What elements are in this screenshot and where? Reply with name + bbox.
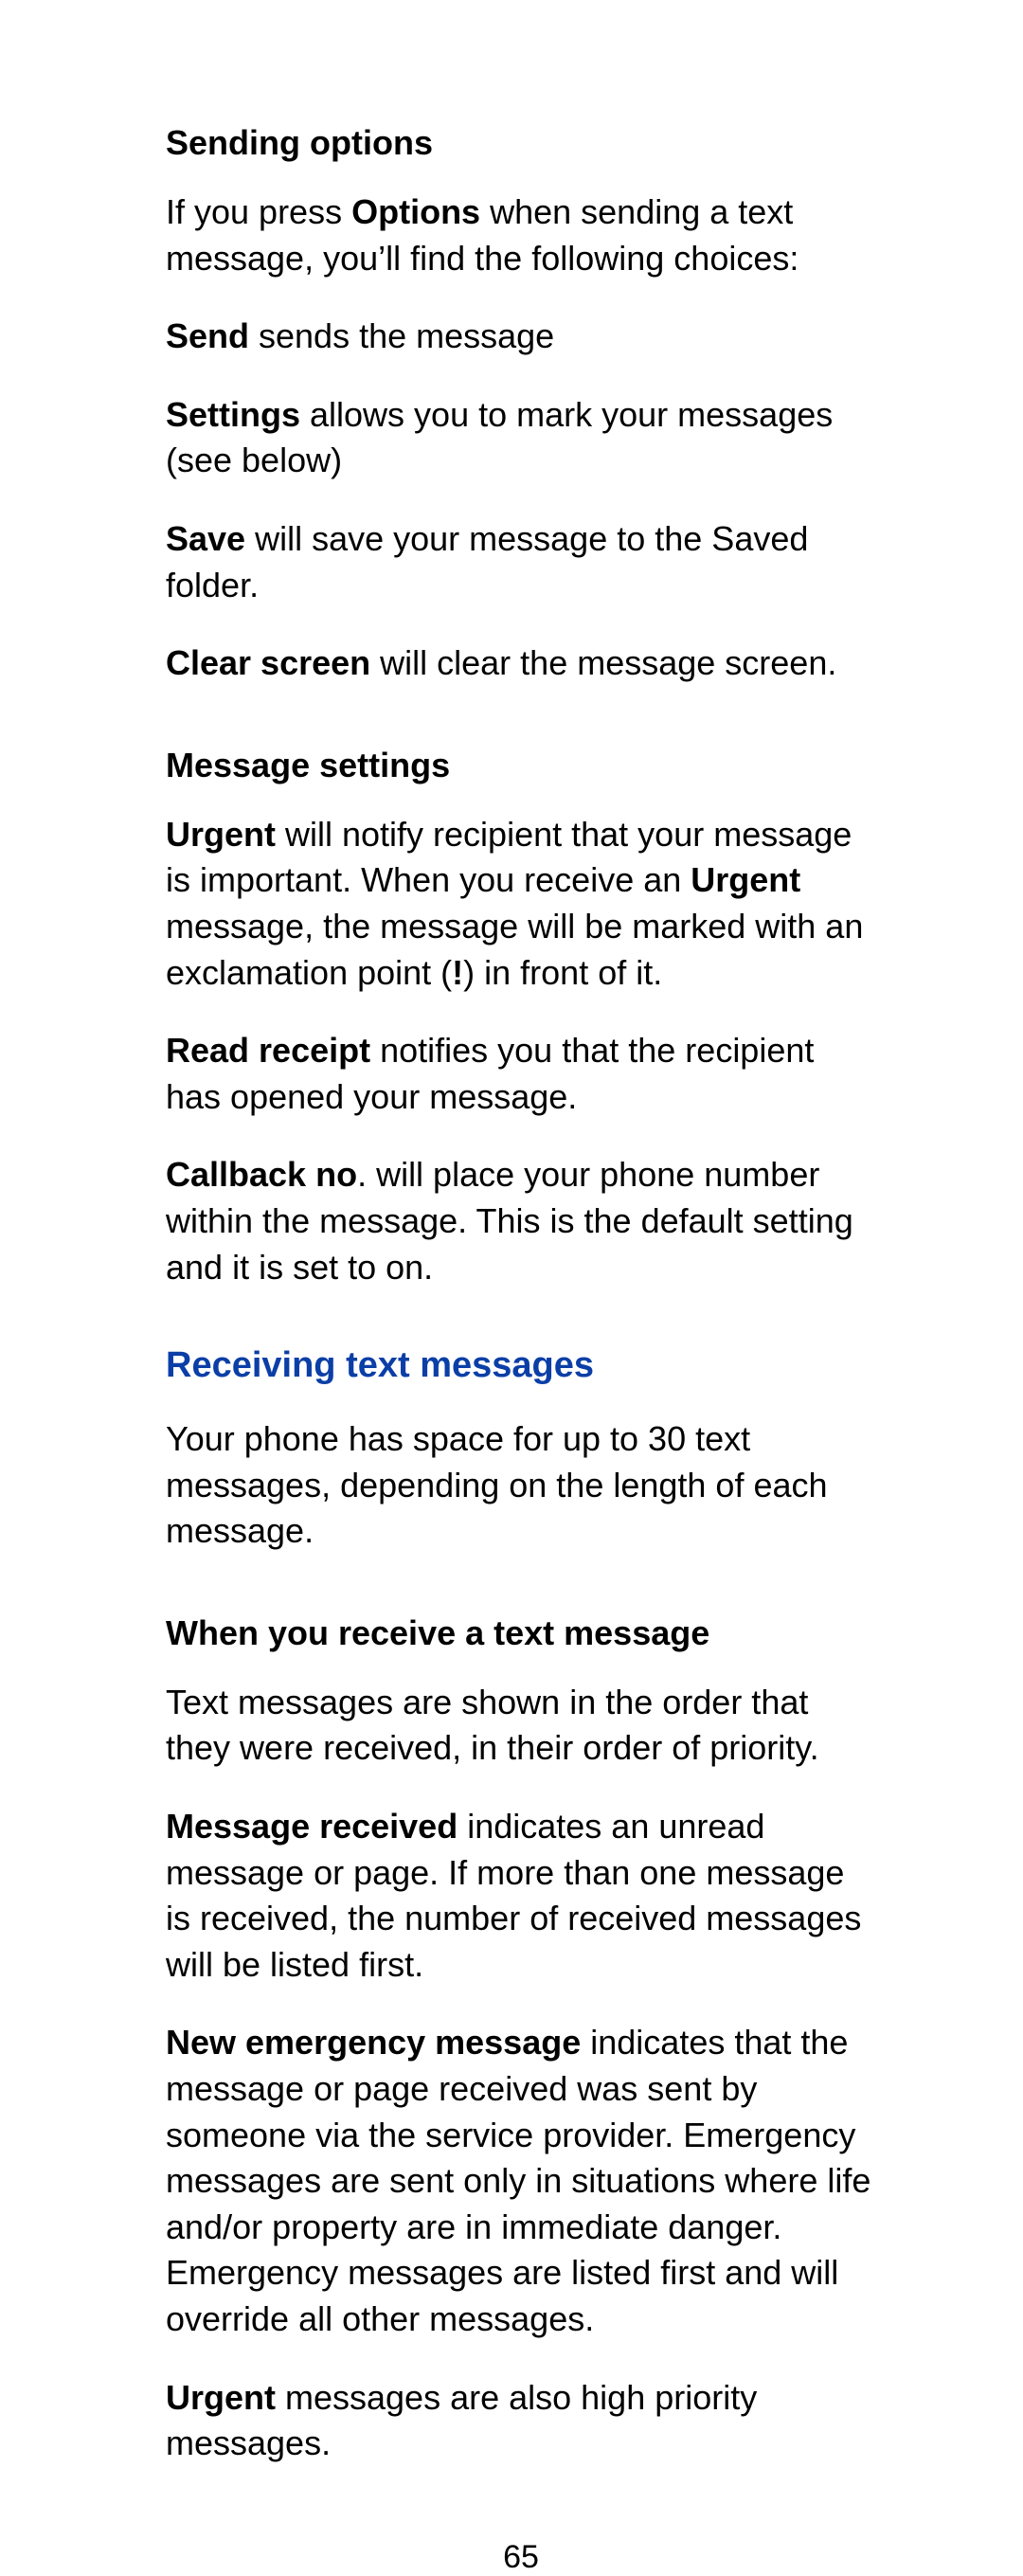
message-settings-callback-no: Callback no. will place your phone numbe… [166,1152,876,1290]
text-fragment: indicates that the message or page recei… [166,2023,870,2338]
bold-new-emergency-message: New emergency message [166,2023,581,2062]
section-title-receiving-text-messages: Receiving text messages [166,1345,876,1386]
message-settings-urgent: Urgent will notify recipient that your m… [166,812,876,996]
sending-option-settings: Settings allows you to mark your message… [166,392,876,484]
sending-options-intro: If you press Options when sending a text… [166,189,876,281]
bold-message-received: Message received [166,1807,458,1846]
bold-read-receipt: Read receipt [166,1031,370,1070]
heading-when-you-receive: When you receive a text message [166,1613,876,1653]
sending-option-clear-screen: Clear screen will clear the message scre… [166,640,876,687]
text-fragment: If you press [166,192,351,231]
page-number: 65 [166,2539,876,2576]
bold-settings: Settings [166,395,300,434]
message-settings-read-receipt: Read receipt notifies you that the recip… [166,1028,876,1120]
receiving-message-received: Message received indicates an unread mes… [166,1804,876,1988]
sending-option-send: Send sends the message [166,314,876,360]
text-fragment: will clear the message screen. [370,643,836,682]
bold-urgent-inline: Urgent [691,860,800,899]
receiving-intro: Your phone has space for up to 30 text m… [166,1416,876,1555]
bold-clear-screen: Clear screen [166,643,370,682]
heading-sending-options: Sending options [166,123,876,163]
receiving-urgent: Urgent messages are also high priority m… [166,2375,876,2467]
sending-option-save: Save will save your message to the Saved… [166,516,876,608]
receiving-new-emergency: New emergency message indicates that the… [166,2020,876,2342]
text-fragment: ) in front of it. [463,953,662,992]
bold-urgent: Urgent [166,815,276,854]
bold-save: Save [166,519,245,558]
bold-send: Send [166,316,249,355]
bold-urgent-receiving: Urgent [166,2378,276,2417]
bold-options: Options [351,192,480,231]
text-fragment: sends the message [249,316,554,355]
receiving-order-para: Text messages are shown in the order tha… [166,1680,876,1772]
heading-message-settings: Message settings [166,746,876,785]
bold-exclamation: ! [452,953,463,992]
text-fragment: will save your message to the Saved fold… [166,519,808,604]
bold-callback-no: Callback no [166,1155,357,1194]
